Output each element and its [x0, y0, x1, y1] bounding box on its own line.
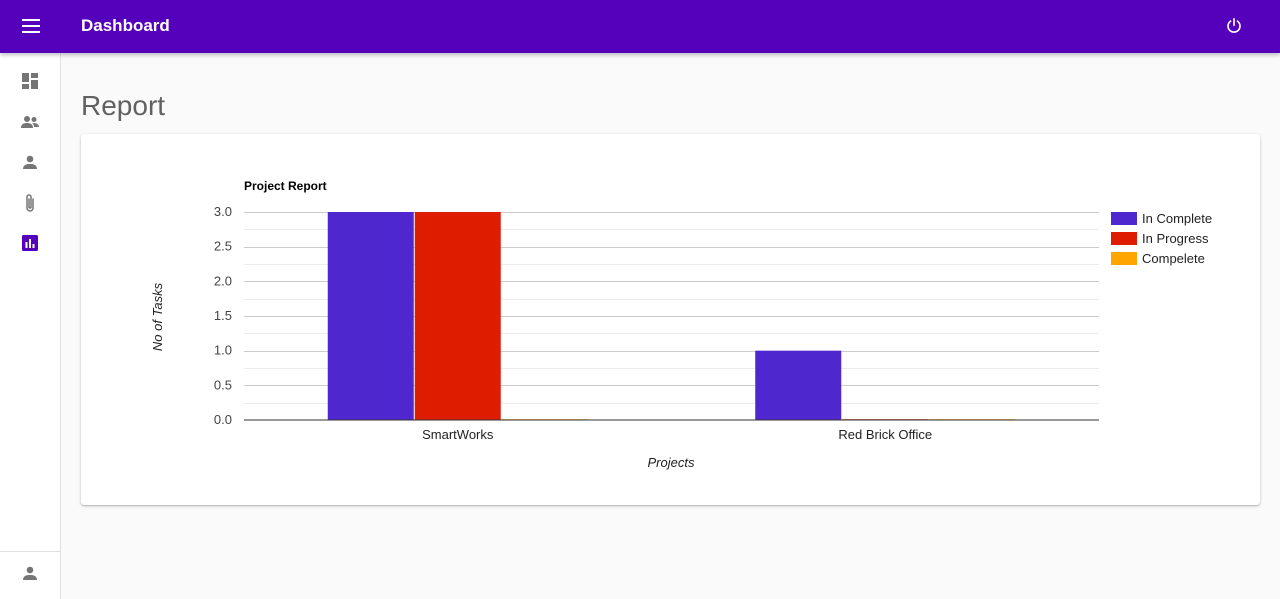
bar-in-complete[interactable]	[327, 212, 414, 420]
legend-label[interactable]: Compelete	[1142, 251, 1205, 266]
y-tick-label: 0.0	[214, 412, 232, 427]
power-icon	[1227, 18, 1241, 33]
y-tick-label: 1.5	[214, 308, 232, 323]
sidebar	[0, 53, 61, 599]
app-toolbar: Dashboard	[0, 0, 1280, 53]
app-title: Dashboard	[81, 16, 170, 35]
logout-button[interactable]	[1218, 10, 1250, 42]
sidebar-item-teams[interactable]	[10, 106, 50, 138]
bar-in-progress[interactable]	[414, 212, 501, 420]
person-icon	[23, 155, 37, 169]
chart-legend: In Complete In Progress Compelete	[1111, 211, 1212, 266]
person-icon	[23, 566, 37, 580]
y-tick-label: 3.0	[214, 204, 232, 219]
menu-button[interactable]	[14, 10, 48, 42]
bar-chart-icon	[22, 235, 38, 251]
chart-title: Project Report	[244, 179, 327, 193]
legend-swatch	[1111, 232, 1137, 245]
y-tick-label: 0.5	[214, 377, 232, 392]
report-card: Project Report 0.0 0.5 1.0 1.5 2.0 2.5 3.0 Sma…	[81, 134, 1260, 505]
project-report-chart: Project Report 0.0 0.5 1.0 1.5 2.0 2.5 3.0 Sma…	[150, 179, 1212, 470]
sidebar-item-reports[interactable]	[10, 227, 50, 259]
sidebar-item-users[interactable]	[10, 146, 50, 178]
people-icon	[21, 116, 39, 128]
y-axis-ticks: 0.0 0.5 1.0 1.5 2.0 2.5 3.0	[214, 204, 232, 427]
paperclip-icon	[26, 194, 34, 212]
sidebar-item-dashboard[interactable]	[10, 65, 50, 97]
menu-icon	[22, 19, 40, 33]
dashboard-icon	[22, 73, 38, 89]
page-title: Report	[81, 90, 166, 121]
legend-swatch	[1111, 212, 1137, 225]
x-axis-label: Projects	[648, 455, 695, 470]
sidebar-item-profile[interactable]	[10, 557, 50, 589]
legend-label[interactable]: In Complete	[1142, 211, 1212, 226]
y-axis-label: No of Tasks	[150, 282, 165, 351]
legend-swatch	[1111, 252, 1137, 265]
legend-label[interactable]: In Progress	[1142, 231, 1209, 246]
y-tick-label: 1.0	[214, 343, 232, 358]
y-tick-label: 2.5	[214, 239, 232, 254]
y-tick-label: 2.0	[214, 273, 232, 288]
x-category-label: SmartWorks	[422, 427, 494, 442]
x-category-label: Red Brick Office	[838, 427, 932, 442]
sidebar-item-attachments[interactable]	[10, 187, 50, 219]
sidebar-divider	[0, 551, 60, 552]
x-axis-categories: SmartWorks Red Brick Office	[422, 427, 932, 442]
bar-in-complete[interactable]	[755, 350, 842, 420]
